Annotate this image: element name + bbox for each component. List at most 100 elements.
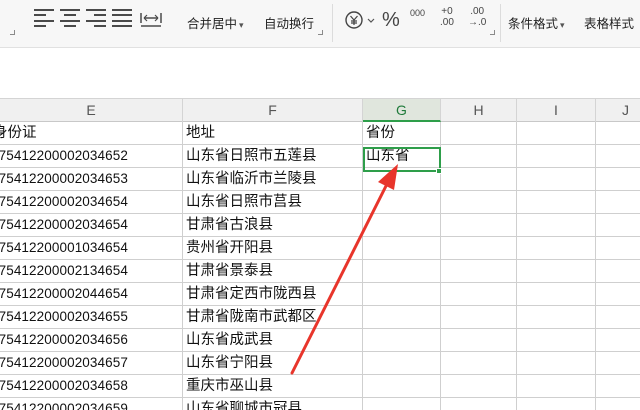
cell-id[interactable]: 375412200002034656 (0, 329, 183, 351)
cell-empty[interactable] (517, 168, 596, 190)
cell-id[interactable]: 375412200002134654 (0, 260, 183, 282)
number-group-expand-icon[interactable] (490, 30, 495, 35)
cell-address[interactable]: 甘肃省定西市陇西县 (183, 283, 363, 305)
cell-empty[interactable] (441, 398, 517, 410)
cell-id-header[interactable]: 身份证 (0, 122, 183, 144)
cell-empty[interactable] (441, 145, 517, 167)
cell-empty[interactable] (596, 214, 640, 236)
cell-empty[interactable] (517, 306, 596, 328)
cell-empty[interactable] (517, 214, 596, 236)
cell-empty[interactable] (596, 329, 640, 351)
align-justify-icon[interactable] (112, 9, 132, 27)
distributed-align-icon[interactable] (140, 9, 162, 27)
table-style-button[interactable]: 表格样式 (584, 13, 634, 32)
cell-address[interactable]: 甘肃省景泰县 (183, 260, 363, 282)
align-right-icon[interactable] (86, 9, 106, 27)
cell-province[interactable] (363, 375, 441, 397)
cell-empty[interactable] (517, 375, 596, 397)
merge-center-button[interactable]: 合并居中 ▾ (187, 13, 244, 32)
cell-empty[interactable] (441, 214, 517, 236)
cell-province[interactable] (363, 398, 441, 410)
cell-address[interactable]: 山东省临沂市兰陵县 (183, 168, 363, 190)
cell-address[interactable]: 山东省聊城市冠县 (183, 398, 363, 410)
cell-province[interactable] (363, 168, 441, 190)
cell-province[interactable] (363, 352, 441, 374)
cell-empty[interactable] (441, 283, 517, 305)
percent-format-button[interactable]: % (382, 9, 400, 32)
cell-empty[interactable] (596, 168, 640, 190)
align-left-icon[interactable] (34, 9, 54, 27)
column-header-h[interactable]: H (441, 99, 517, 122)
cell-empty[interactable] (517, 122, 596, 144)
cell-empty[interactable] (517, 260, 596, 282)
cell-empty[interactable] (517, 191, 596, 213)
cell-empty[interactable] (596, 260, 640, 282)
cell-empty[interactable] (596, 352, 640, 374)
conditional-format-button[interactable]: 条件格式 ▾ (508, 13, 565, 32)
cell-empty[interactable] (441, 260, 517, 282)
cell-empty[interactable] (596, 375, 640, 397)
cell-address[interactable]: 甘肃省古浪县 (183, 214, 363, 236)
cell-empty[interactable] (441, 329, 517, 351)
cell-address[interactable]: 山东省日照市莒县 (183, 191, 363, 213)
cell-empty[interactable] (596, 145, 640, 167)
alignment-group-expand-icon[interactable] (318, 30, 323, 35)
cell-province[interactable] (363, 306, 441, 328)
auto-wrap-button[interactable]: 自动换行 (264, 13, 314, 32)
cell-province-header[interactable]: 省份 (363, 122, 441, 144)
column-header-g[interactable]: G (363, 99, 441, 122)
cell-address[interactable]: 甘肃省陇南市武都区 (183, 306, 363, 328)
column-header-i[interactable]: I (517, 99, 596, 122)
cell-province[interactable] (363, 283, 441, 305)
cell-province[interactable]: 山东省 (363, 145, 441, 167)
cell-address-header[interactable]: 地址 (183, 122, 363, 144)
cell-province[interactable] (363, 260, 441, 282)
cell-empty[interactable] (441, 306, 517, 328)
cell-id[interactable]: 375412200002034654 (0, 191, 183, 213)
cell-address[interactable]: 山东省成武县 (183, 329, 363, 351)
cell-empty[interactable] (596, 191, 640, 213)
cell-province[interactable] (363, 329, 441, 351)
cell-empty[interactable] (517, 237, 596, 259)
cell-id[interactable]: 37541220000203465​2 (0, 145, 183, 167)
thousands-format-button[interactable]: 000 (410, 8, 425, 18)
currency-format-button[interactable] (344, 10, 378, 34)
cell-empty[interactable] (596, 237, 640, 259)
cell-id[interactable]: 375412200001034654 (0, 237, 183, 259)
cell-address[interactable]: 贵州省开阳县 (183, 237, 363, 259)
cell-empty[interactable] (441, 191, 517, 213)
cell-province[interactable] (363, 237, 441, 259)
cell-id[interactable]: 375412200002034659 (0, 398, 183, 410)
cell-empty[interactable] (441, 122, 517, 144)
decrease-decimal-button[interactable]: .00 →.0 (468, 6, 486, 28)
fill-handle[interactable] (436, 168, 442, 174)
cell-empty[interactable] (517, 398, 596, 410)
group-expand-icon[interactable] (10, 30, 15, 35)
cell-province[interactable] (363, 214, 441, 236)
column-header-f[interactable]: F (183, 99, 363, 122)
cell-empty[interactable] (596, 122, 640, 144)
cell-empty[interactable] (596, 398, 640, 410)
cell-address[interactable]: 山东省日照市五莲县 (183, 145, 363, 167)
cell-province[interactable] (363, 191, 441, 213)
cell-empty[interactable] (441, 352, 517, 374)
increase-decimal-button[interactable]: +0 .00 (440, 6, 454, 28)
align-center-icon[interactable] (60, 9, 80, 27)
cell-address[interactable]: 重庆市巫山县 (183, 375, 363, 397)
cell-empty[interactable] (517, 145, 596, 167)
cell-empty[interactable] (441, 375, 517, 397)
cell-id[interactable]: 375412200002044654 (0, 283, 183, 305)
cell-id[interactable]: 375412200002034657 (0, 352, 183, 374)
cell-empty[interactable] (596, 283, 640, 305)
cell-empty[interactable] (441, 168, 517, 190)
cell-id[interactable]: 375412200002034654 (0, 214, 183, 236)
cell-empty[interactable] (517, 352, 596, 374)
cell-id[interactable]: 375412200002034653 (0, 168, 183, 190)
column-header-e[interactable]: E (0, 99, 183, 122)
column-header-j[interactable]: J (596, 99, 640, 122)
cell-address[interactable]: 山东省宁阳县 (183, 352, 363, 374)
cell-empty[interactable] (596, 306, 640, 328)
cell-id[interactable]: 375412200002034655 (0, 306, 183, 328)
cell-id[interactable]: 375412200002034658 (0, 375, 183, 397)
cell-empty[interactable] (517, 329, 596, 351)
